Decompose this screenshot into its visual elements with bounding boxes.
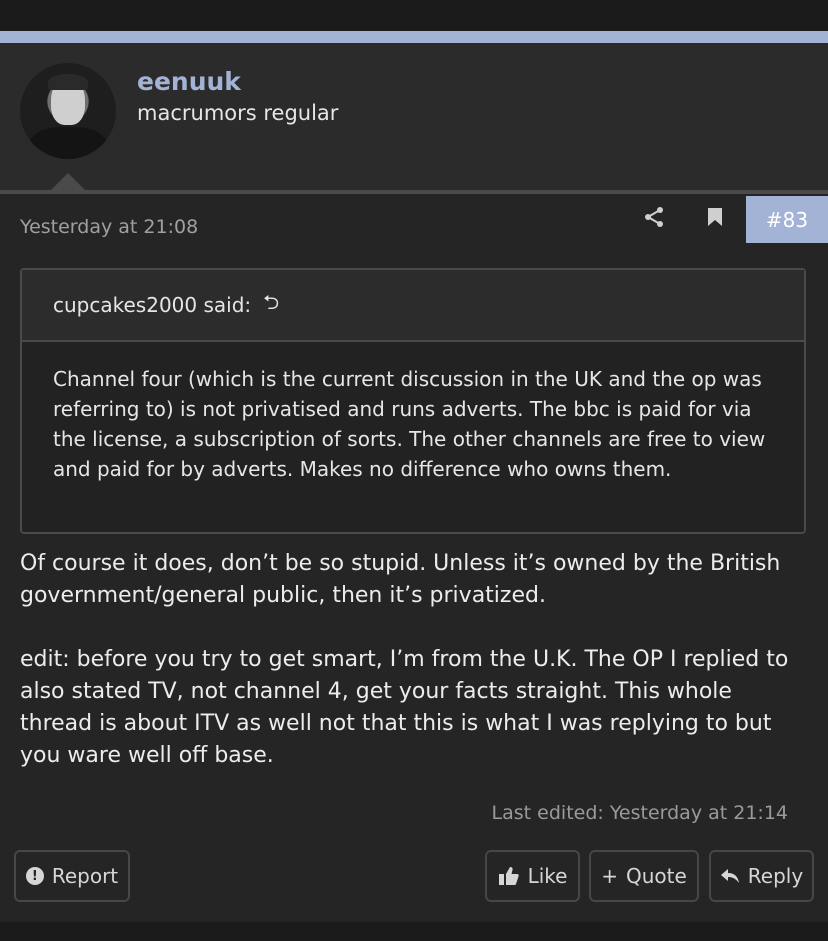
avatar[interactable] [20,63,116,159]
avatar-hair [48,74,88,90]
quote-text: Channel four (which is the current discu… [53,367,766,481]
quote-label: Quote [625,864,687,888]
reply-label: Reply [747,864,804,888]
quote-header[interactable]: cupcakes2000 said: ⮌ [22,270,804,342]
post-date-link[interactable]: Yesterday at 21:08 [20,216,198,238]
like-label: Like [527,864,568,888]
post-message: Of course it does, don’t be so stupid. U… [20,548,810,804]
quote-author[interactable]: cupcakes2000 said: [53,293,251,317]
last-edited-note: Last edited: Yesterday at 21:14 [491,802,788,824]
like-button[interactable]: Like [485,850,580,902]
thumbs-up-icon [498,867,519,885]
post-number-link[interactable]: #83 [746,196,828,243]
post-body: Yesterday at 21:08 #83 cupcakes2000 said… [0,194,828,922]
bottom-strip [0,922,828,941]
report-icon: ! [25,867,44,885]
message-paragraph: edit: before you try to get smart, I’m f… [20,647,789,768]
avatar-shirt [28,127,108,159]
plus-icon: + [601,864,618,888]
quote-block: cupcakes2000 said: ⮌ Channel four (which… [20,268,806,534]
top-strip [0,0,828,31]
user-title: macrumors regular [137,101,339,125]
expand-quote-icon[interactable]: ⮌ [263,288,279,322]
reply-button[interactable]: Reply [709,850,814,902]
accent-bar [0,31,828,43]
report-button[interactable]: ! Report [14,850,130,902]
quote-button[interactable]: + Quote [589,850,699,902]
message-paragraph: Of course it does, don’t be so stupid. U… [20,551,781,608]
bookmark-icon[interactable] [705,206,725,228]
reply-arrow-icon [720,869,739,883]
share-icon[interactable] [643,206,665,228]
report-label: Report [51,864,119,888]
header-pointer [50,173,86,191]
post-user-header: eenuuk macrumors regular [0,43,828,191]
username-link[interactable]: eenuuk [137,67,241,96]
